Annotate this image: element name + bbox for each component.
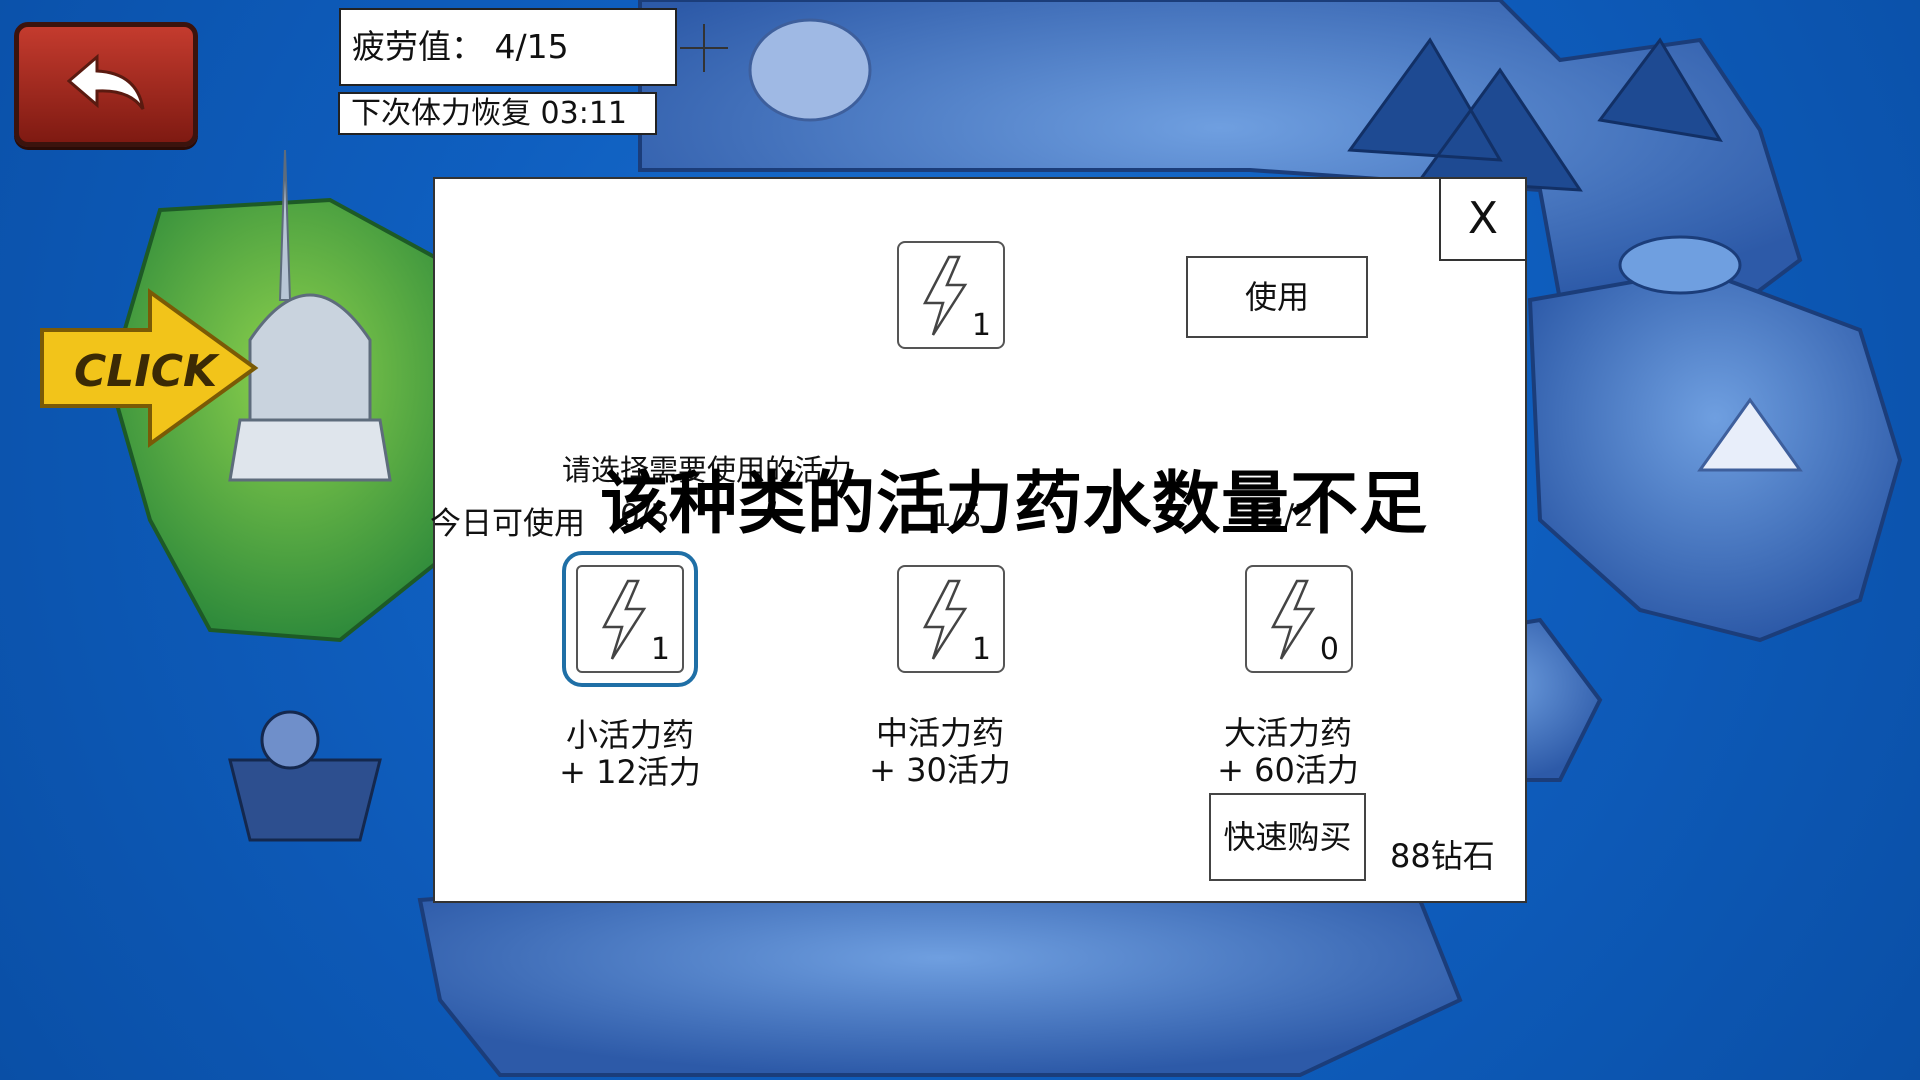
potion-effect: + 60活力 — [1217, 751, 1359, 789]
igloo — [748, 18, 872, 122]
stamina-recovery-timer: 下次体力恢复 03:11 — [338, 92, 657, 135]
use-button[interactable]: 使用 — [1186, 256, 1368, 338]
quick-buy-button[interactable]: 快速购买 — [1209, 793, 1366, 881]
lightning-icon — [922, 255, 968, 336]
potion-info-medium: 中活力药 + 30活力 — [830, 715, 1050, 789]
potion-name: 大活力药 — [1223, 714, 1352, 752]
potion-name: 小活力药 — [565, 716, 694, 754]
potion-slot-large[interactable]: 0 — [1245, 565, 1353, 673]
potion-info-large: 大活力药 + 60活力 — [1178, 715, 1398, 789]
potion-count: 0 — [1319, 632, 1339, 667]
lightning-icon — [1270, 579, 1316, 660]
potion-count: 1 — [971, 632, 991, 667]
lightning-icon — [601, 579, 647, 660]
close-button[interactable]: X — [1439, 177, 1527, 261]
preview-count: 1 — [971, 308, 991, 343]
potion-name: 中活力药 — [875, 714, 1004, 752]
back-button[interactable] — [14, 22, 198, 147]
potion-effect: + 12活力 — [559, 753, 701, 791]
lightning-icon — [922, 579, 968, 660]
insufficient-potion-toast: 该种类的活力药水数量不足 — [600, 465, 1429, 544]
potion-info-small: 小活力药 + 12活力 — [520, 717, 740, 791]
today-available-label: 今日可使用 — [430, 506, 585, 542]
potion-slot-medium[interactable]: 1 — [897, 565, 1005, 673]
back-arrow-icon — [67, 53, 145, 110]
fatigue-value: 疲劳值： 4/15 — [339, 8, 677, 86]
potion-slot-small[interactable]: 1 — [562, 551, 698, 687]
diamond-price: 88钻石 — [1390, 837, 1495, 875]
click-sign-label: CLICK — [74, 346, 218, 397]
potion-effect: + 30活力 — [869, 751, 1011, 789]
potion-count: 1 — [650, 632, 670, 667]
bottom-snow-island — [417, 877, 1463, 1077]
add-fatigue-plus-icon[interactable] — [680, 24, 728, 72]
selected-potion-preview: 1 — [897, 241, 1005, 349]
ship — [228, 758, 382, 842]
